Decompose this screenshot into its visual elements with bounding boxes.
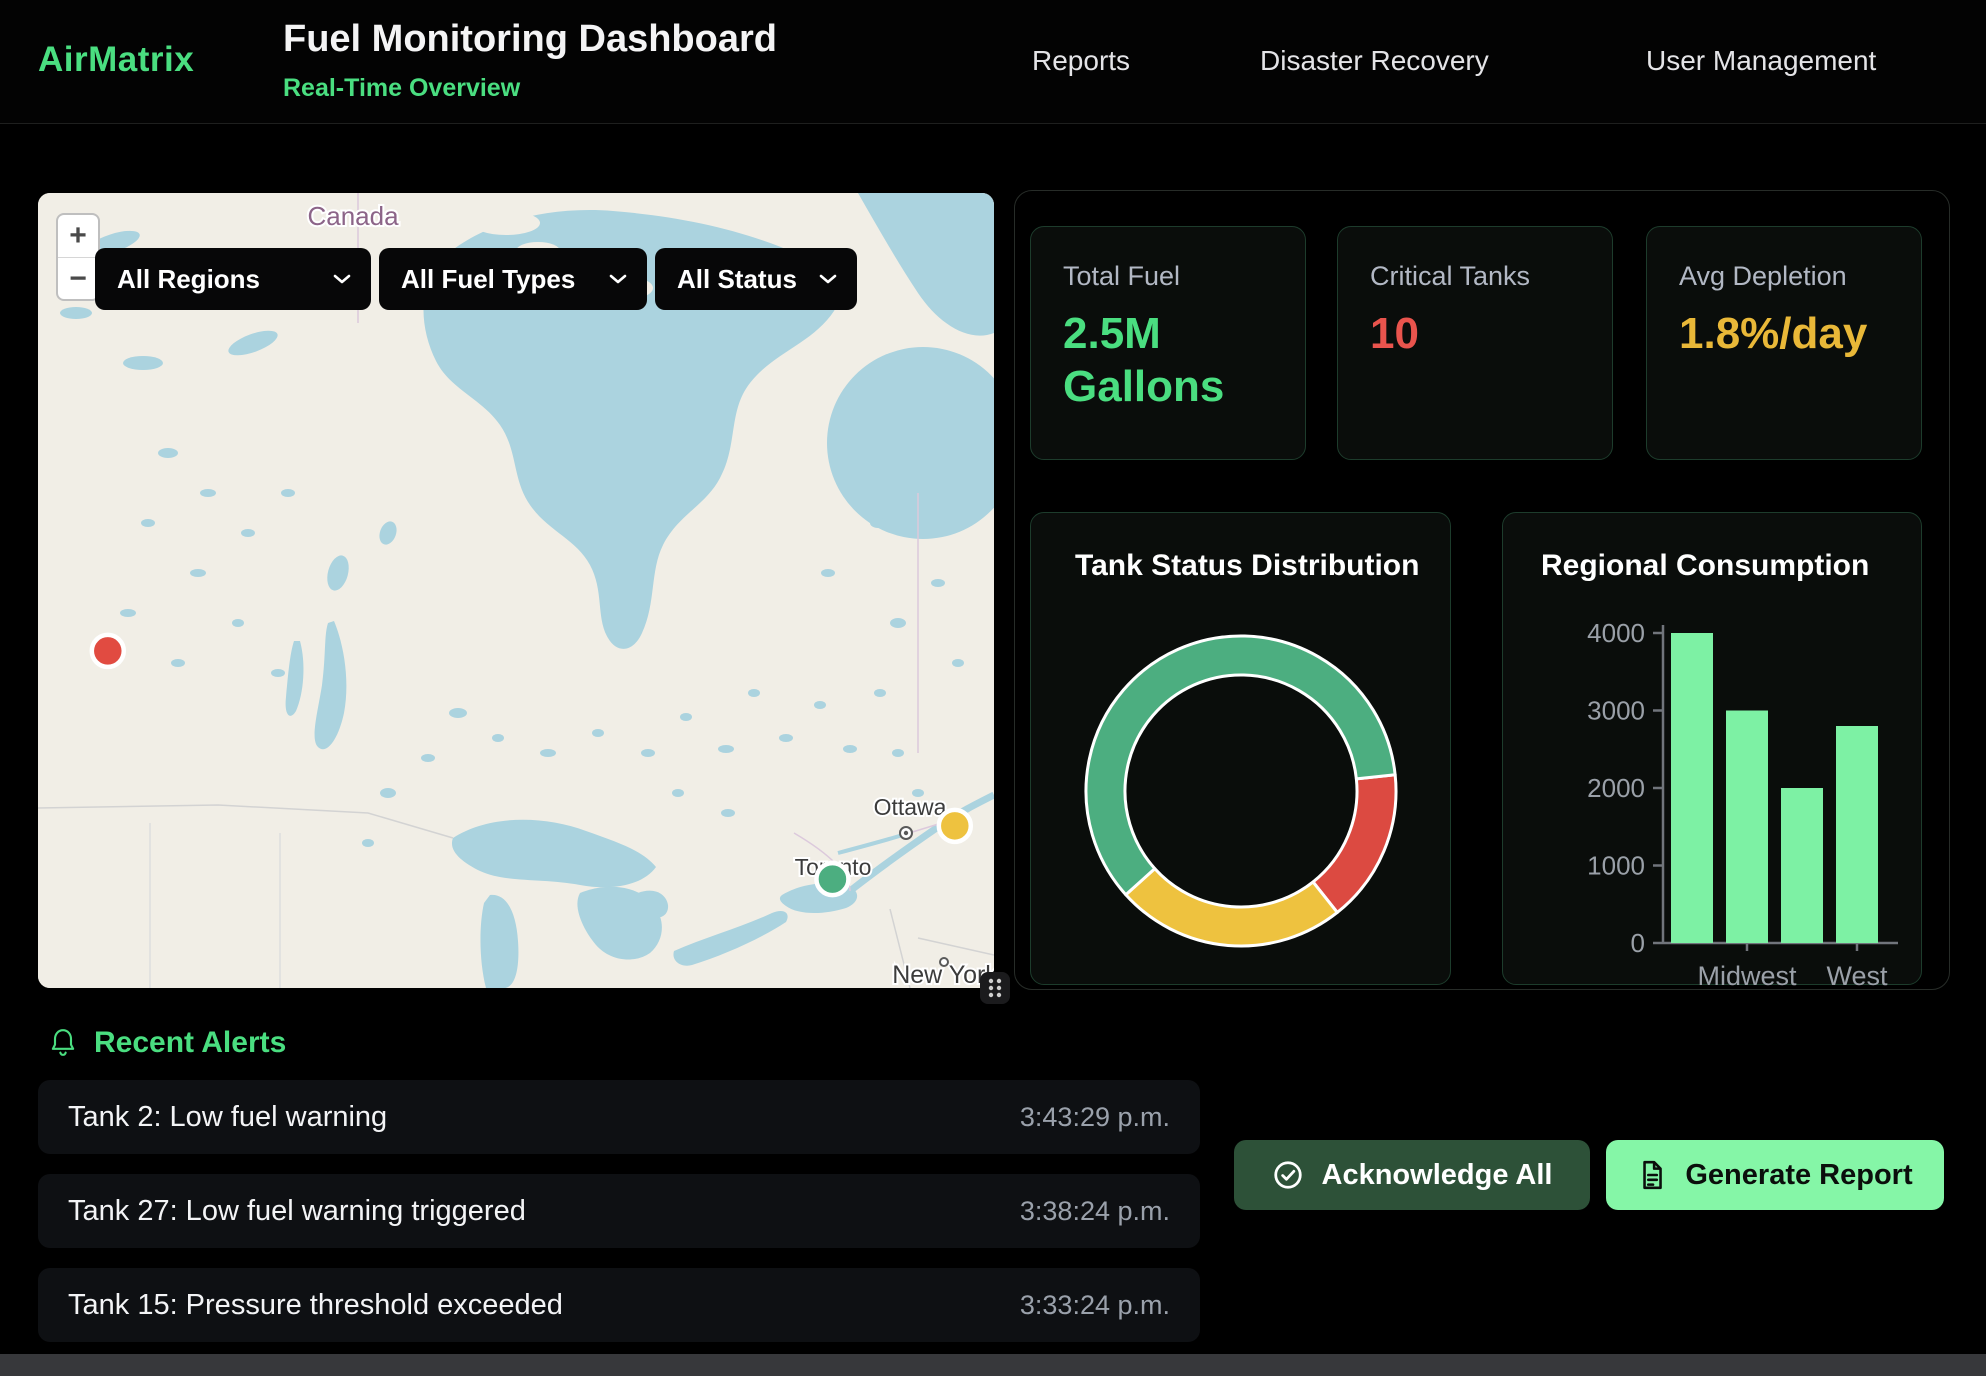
consumption-bar bbox=[1836, 726, 1878, 943]
status-filter-select[interactable]: All Status bbox=[655, 248, 857, 310]
stat-card-critical-tanks: Critical Tanks 10 bbox=[1337, 226, 1613, 460]
alerts-section-title: Recent Alerts bbox=[94, 1026, 286, 1060]
y-axis-tick-label: 1000 bbox=[1587, 851, 1645, 881]
generate-report-label: Generate Report bbox=[1685, 1159, 1912, 1192]
recent-alerts-header: Recent Alerts bbox=[48, 1026, 286, 1060]
alert-list-item: Tank 27: Low fuel warning triggered 3:38… bbox=[38, 1174, 1200, 1248]
map-label-ottawa: Ottawa bbox=[874, 794, 947, 820]
regional-consumption-card: Regional Consumption 01000200030004000Mi… bbox=[1502, 512, 1922, 985]
alert-list-item: Tank 2: Low fuel warning 3:43:29 p.m. bbox=[38, 1080, 1200, 1154]
donut-segment-warning bbox=[1126, 869, 1337, 946]
donut-chart bbox=[1071, 621, 1411, 961]
alert-timestamp: 3:38:24 p.m. bbox=[1020, 1196, 1170, 1227]
alert-message: Tank 2: Low fuel warning bbox=[68, 1101, 387, 1134]
y-axis-tick-label: 4000 bbox=[1587, 618, 1645, 648]
tank-marker-warning[interactable] bbox=[939, 810, 971, 842]
consumption-bar bbox=[1726, 711, 1768, 944]
tank-map-panel[interactable]: Canada Ottawa Toronto New York + − All R… bbox=[38, 193, 994, 988]
chevron-down-icon bbox=[819, 274, 837, 284]
acknowledge-all-label: Acknowledge All bbox=[1322, 1159, 1553, 1192]
map-zoom-control: + − bbox=[56, 213, 100, 301]
region-filter-select[interactable]: All Regions bbox=[95, 248, 371, 310]
map-zoom-out-button[interactable]: − bbox=[58, 257, 98, 300]
bar-chart: 0 1000 2000 3000 4000 Midwest West bbox=[1503, 513, 1923, 986]
alert-timestamp: 3:33:24 p.m. bbox=[1020, 1290, 1170, 1321]
acknowledge-all-button[interactable]: Acknowledge All bbox=[1234, 1140, 1590, 1210]
nav-item-user-management[interactable]: User Management bbox=[1646, 45, 1876, 77]
tank-marker-critical[interactable] bbox=[92, 635, 124, 667]
alert-message: Tank 27: Low fuel warning triggered bbox=[68, 1195, 526, 1228]
fuel-type-filter-select[interactable]: All Fuel Types bbox=[379, 248, 647, 310]
tank-status-distribution-card: Tank Status Distribution bbox=[1030, 512, 1451, 985]
y-axis-tick-label: 2000 bbox=[1587, 773, 1645, 803]
stat-value: 1.8%/​day bbox=[1679, 308, 1889, 361]
tank-marker-normal[interactable] bbox=[816, 863, 848, 895]
chevron-down-icon bbox=[333, 274, 351, 284]
x-axis-tick-label: Midwest bbox=[1697, 961, 1797, 986]
y-axis-tick-label: 0 bbox=[1631, 928, 1645, 958]
bell-icon bbox=[48, 1027, 78, 1059]
region-filter-value: All Regions bbox=[117, 264, 260, 295]
stat-label: Total Fuel bbox=[1063, 261, 1273, 292]
stat-label: Critical Tanks bbox=[1370, 261, 1580, 292]
horizontal-scrollbar[interactable] bbox=[0, 1354, 1986, 1376]
alert-message: Tank 15: Pressure threshold exceeded bbox=[68, 1289, 563, 1322]
grip-dots-icon bbox=[984, 976, 1006, 1000]
resize-grip[interactable] bbox=[980, 972, 1010, 1004]
chevron-down-icon bbox=[609, 274, 627, 284]
fuel-monitoring-dashboard: AirMatrix Fuel Monitoring Dashboard Real… bbox=[0, 0, 1986, 1376]
donut-segment-critical bbox=[1313, 775, 1396, 913]
alert-list-item: Tank 15: Pressure threshold exceeded 3:3… bbox=[38, 1268, 1200, 1342]
generate-report-button[interactable]: Generate Report bbox=[1606, 1140, 1944, 1210]
page-subtitle: Real-Time Overview bbox=[283, 74, 520, 103]
nav-item-disaster-recovery[interactable]: Disaster Recovery bbox=[1260, 45, 1489, 77]
x-axis-tick-label: West bbox=[1826, 961, 1888, 986]
map-filter-bar: All Regions All Fuel Types All Status bbox=[95, 248, 857, 310]
chart-title: Tank Status Distribution bbox=[1075, 549, 1419, 583]
stat-card-avg-depletion: Avg Depletion 1.8%/​day bbox=[1646, 226, 1922, 460]
check-circle-icon bbox=[1272, 1159, 1304, 1191]
consumption-bar bbox=[1671, 633, 1713, 943]
map-zoom-in-button[interactable]: + bbox=[58, 215, 98, 257]
fuel-type-filter-value: All Fuel Types bbox=[401, 264, 575, 295]
stat-card-total-fuel: Total Fuel 2.5M Gallons bbox=[1030, 226, 1306, 460]
status-filter-value: All Status bbox=[677, 264, 797, 295]
openstreetmap-basemap[interactable]: Canada Ottawa Toronto New York bbox=[38, 193, 994, 988]
top-navigation-bar: AirMatrix Fuel Monitoring Dashboard Real… bbox=[0, 0, 1986, 124]
map-label-canada: Canada bbox=[307, 201, 399, 231]
document-icon bbox=[1637, 1159, 1667, 1191]
nav-item-reports[interactable]: Reports bbox=[1032, 45, 1130, 77]
page-title: Fuel Monitoring Dashboard bbox=[283, 18, 777, 61]
y-axis-tick-label: 3000 bbox=[1587, 696, 1645, 726]
stat-value: 2.5M Gallons bbox=[1063, 308, 1273, 414]
alert-timestamp: 3:43:29 p.m. bbox=[1020, 1102, 1170, 1133]
consumption-bar bbox=[1781, 788, 1823, 943]
brand-logo: AirMatrix bbox=[38, 40, 194, 80]
stat-value: 10 bbox=[1370, 308, 1580, 361]
stat-label: Avg Depletion bbox=[1679, 261, 1889, 292]
